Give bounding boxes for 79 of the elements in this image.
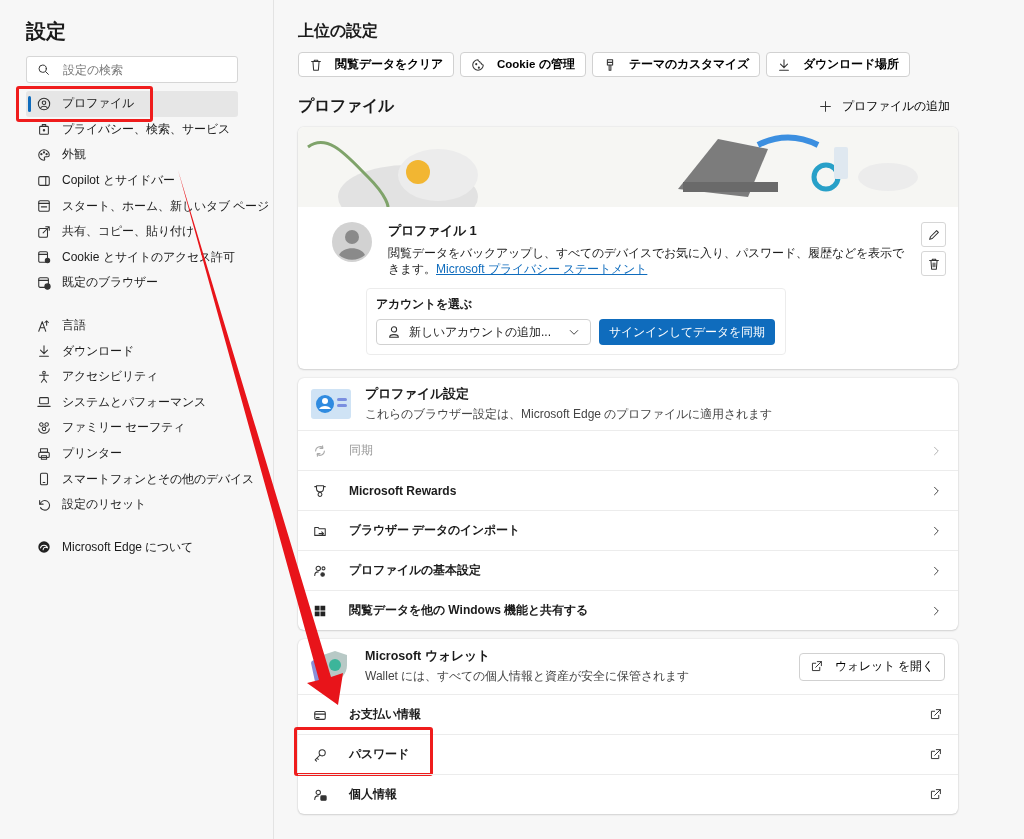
quick-setting-button[interactable]: 閲覧データをクリア	[298, 52, 454, 77]
sidebar-item[interactable]: アクセシビリティ	[26, 363, 160, 390]
external-link-icon	[809, 660, 823, 673]
printer-icon	[37, 446, 51, 461]
sidebar-item[interactable]: 外観	[26, 142, 88, 168]
sidebar-item[interactable]: スタート、ホーム、新しいタブ ページ	[26, 193, 272, 219]
download-icon	[776, 57, 791, 72]
sidebar-icon	[37, 173, 51, 188]
trash-icon	[309, 57, 323, 72]
sidebar-item[interactable]: 言語	[26, 312, 88, 339]
settings-row[interactable]: パスワード	[298, 734, 958, 774]
sign-in-sync-button[interactable]: サインインしてデータを同期	[599, 319, 775, 345]
profile-settings-illustration	[311, 389, 351, 419]
card-subtitle: Wallet には、すべての個人情報と資産が安全に保管されます	[365, 668, 691, 685]
account-label: アカウントを選ぶ	[376, 296, 473, 313]
open-wallet-button[interactable]: ウォレット を開く	[798, 652, 945, 681]
trash-icon	[926, 256, 941, 271]
person-settings-icon	[313, 563, 327, 578]
sidebar-item[interactable]: プロファイル	[26, 91, 238, 117]
external-link-icon	[929, 788, 942, 801]
sidebar-item[interactable]: システムとパフォーマンス	[26, 389, 208, 416]
sidebar-item[interactable]: スマートフォンとその他のデバイス	[26, 466, 256, 492]
quick-setting-button[interactable]: ダウンロード場所	[765, 52, 910, 77]
family-icon	[37, 420, 51, 435]
window-icon	[37, 199, 51, 214]
sidebar-item[interactable]: プリンター	[26, 440, 124, 467]
sidebar-item[interactable]: ファミリー セーフティ	[26, 415, 188, 441]
sidebar-item[interactable]: 共有、コピー、貼り付け	[26, 218, 196, 245]
account-dropdown[interactable]: 新しいアカウントの追加...	[376, 319, 591, 345]
card-title: Microsoft ウォレット	[365, 648, 491, 665]
lock-icon	[37, 122, 51, 137]
avatar	[332, 222, 372, 262]
reset-icon	[37, 497, 51, 512]
trophy-icon	[313, 483, 327, 498]
language-icon	[37, 318, 51, 333]
sidebar-item[interactable]: プライバシー、検索、サービス	[26, 116, 232, 143]
plus-icon	[819, 99, 832, 113]
external-link-icon	[929, 748, 942, 761]
browser-check-icon	[37, 275, 51, 290]
edit-button[interactable]	[921, 222, 946, 247]
download-icon	[37, 344, 51, 359]
card-subtitle: これらのブラウザー設定は、Microsoft Edge のプロファイルに適用されます	[365, 405, 774, 423]
add-profile-button[interactable]: プロファイルの追加	[819, 97, 958, 115]
edge-logo-icon	[37, 540, 51, 555]
search-icon	[37, 63, 50, 76]
sidebar-item[interactable]: Microsoft Edge について	[26, 534, 196, 561]
person-icon	[37, 96, 51, 111]
external-link-icon	[929, 708, 942, 721]
settings-title: 設定	[26, 19, 67, 44]
settings-row[interactable]: 個人情報	[298, 774, 958, 814]
cookie-settings-icon	[37, 250, 51, 265]
sidebar-item[interactable]: 既定のブラウザー	[26, 270, 160, 296]
accessibility-icon	[37, 369, 51, 384]
profile-name: プロファイル 1	[388, 222, 478, 240]
phone-icon	[37, 472, 51, 487]
section-title: プロファイル	[298, 96, 394, 116]
laptop-icon	[37, 395, 51, 410]
section-title: 上位の設定	[298, 21, 379, 41]
sidebar-item[interactable]: ダウンロード	[26, 338, 136, 364]
key-icon	[313, 747, 327, 762]
sync-icon	[313, 443, 327, 458]
settings-row[interactable]: Microsoft Rewards	[298, 470, 958, 510]
sidebar-item[interactable]: Copilot とサイドバー	[26, 167, 177, 194]
settings-row[interactable]: ブラウザー データのインポート	[298, 510, 958, 550]
quick-setting-button[interactable]: Cookie の管理	[460, 52, 586, 77]
card-title: プロファイル設定	[365, 385, 470, 403]
cookie-icon	[471, 57, 485, 72]
windows-logo-icon	[313, 603, 327, 618]
privacy-statement-link[interactable]: Microsoft プライバシー ステートメント	[436, 262, 648, 276]
search-field[interactable]: 設定の検索	[26, 56, 238, 83]
contact-card-icon	[313, 787, 327, 802]
pencil-icon	[926, 227, 941, 242]
sidebar-item[interactable]: 設定のリセット	[26, 491, 148, 518]
delete-button[interactable]	[921, 251, 946, 276]
person-icon	[387, 325, 401, 339]
profile-description: 閲覧データをバックアップし、すべてのデバイスでお気に入り、パスワード、履歴などを表示できます。Microsoft プライバシー ステートメント	[388, 245, 905, 277]
share-icon	[37, 224, 51, 239]
palette-icon	[37, 148, 51, 162]
quick-setting-button[interactable]: テーマのカスタマイズ	[591, 52, 760, 77]
